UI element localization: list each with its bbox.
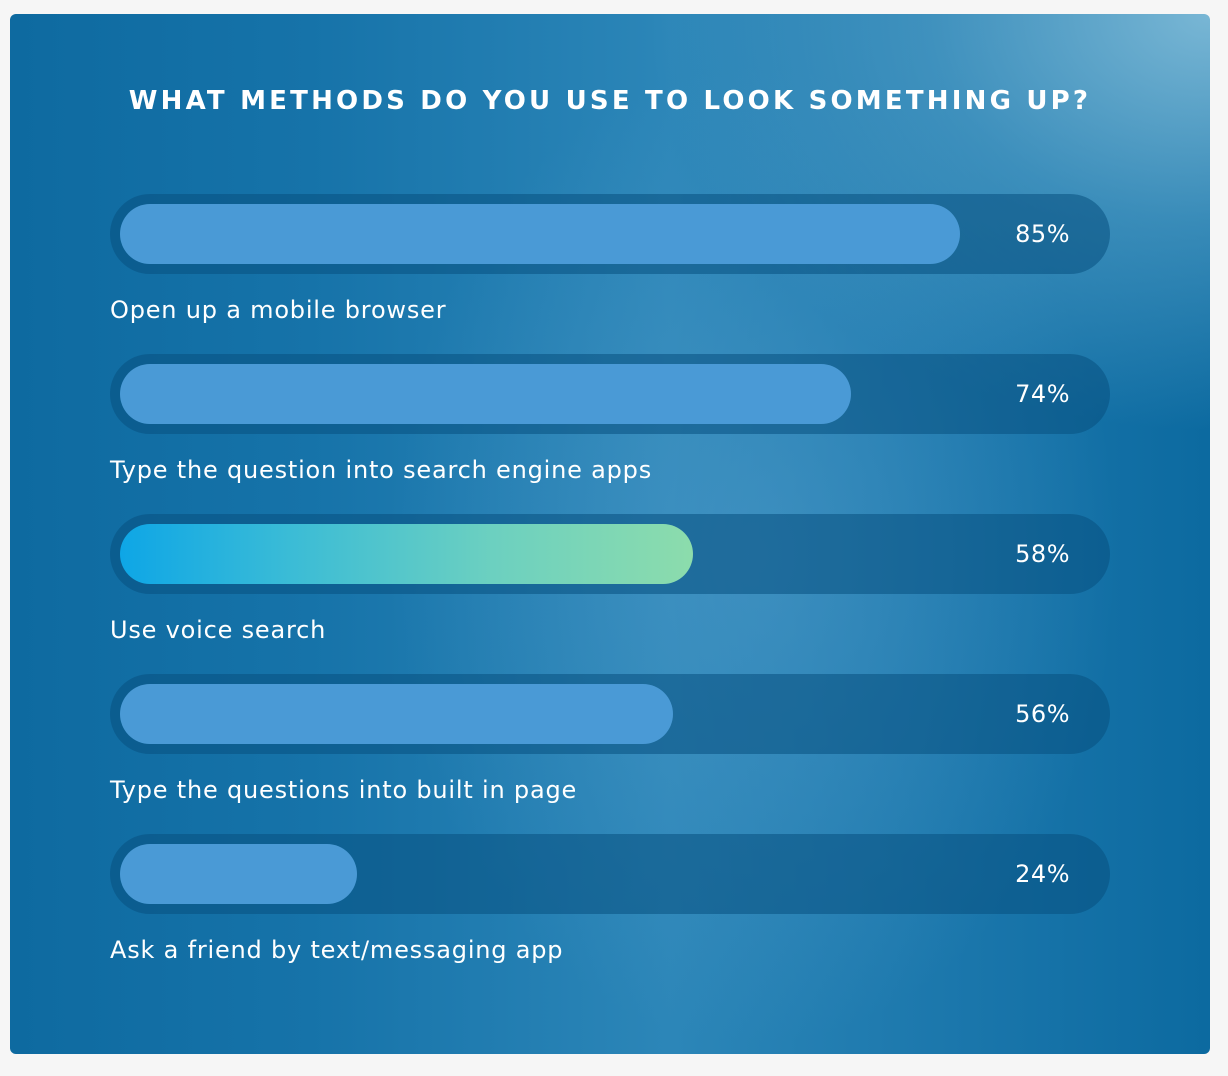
bar-chart: 85% Open up a mobile browser 74% Type the q… bbox=[10, 14, 1210, 1054]
category-label: Type the question into search engine app… bbox=[110, 456, 653, 484]
category-label: Use voice search bbox=[110, 616, 327, 644]
bar bbox=[120, 844, 357, 904]
category-label: Open up a mobile browser bbox=[110, 296, 447, 324]
bar-value-label: 24% bbox=[1015, 860, 1070, 888]
bar-value-label: 56% bbox=[1015, 700, 1070, 728]
bar bbox=[120, 204, 960, 264]
category-label: Type the questions into built in page bbox=[110, 776, 578, 804]
bar bbox=[120, 524, 693, 584]
bar bbox=[120, 364, 851, 424]
bar bbox=[120, 684, 673, 744]
bar-value-label: 58% bbox=[1015, 540, 1070, 568]
bar-value-label: 74% bbox=[1015, 380, 1070, 408]
category-label: Ask a friend by text/messaging app bbox=[110, 936, 564, 964]
bar-value-label: 85% bbox=[1015, 220, 1070, 248]
chart-card: WHAT METHODS DO YOU USE TO LOOK SOMETHIN… bbox=[10, 14, 1210, 1054]
